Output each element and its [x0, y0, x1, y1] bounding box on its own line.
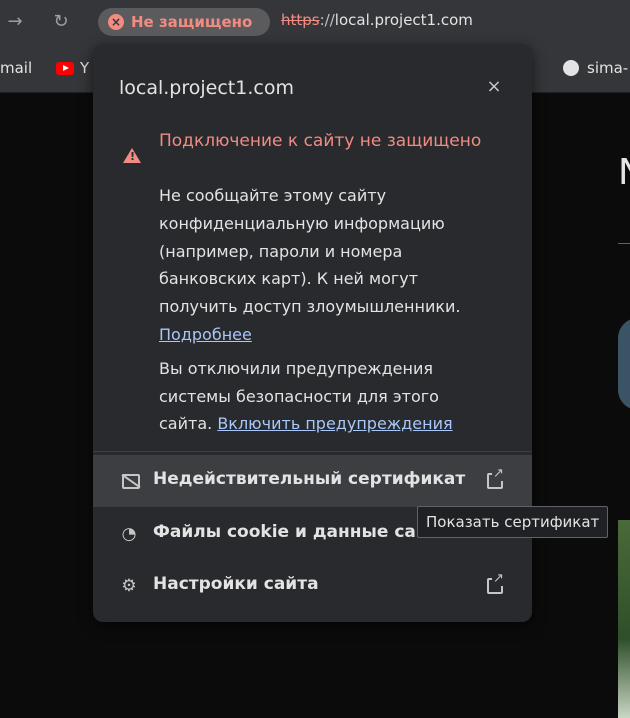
- browser-toolbar: → ↻ × Не защищено https://local.project1…: [0, 0, 630, 44]
- security-status-label: Не защищено: [131, 13, 253, 31]
- reload-icon[interactable]: ↻: [50, 11, 72, 33]
- warning-line: получить доступ злоумышленники.: [159, 297, 461, 317]
- cookie-icon: ◔: [121, 524, 137, 544]
- bookmark-youtube[interactable]: Y: [80, 59, 89, 77]
- bookmark-gmail[interactable]: mail: [0, 59, 32, 77]
- warning-line: (например, пароли и номера: [159, 241, 403, 261]
- warning-description: Не сообщайте этому сайту конфиденциальну…: [159, 182, 499, 438]
- security-status-chip[interactable]: × Не защищено: [98, 8, 270, 36]
- forward-arrow-icon[interactable]: →: [4, 11, 26, 33]
- youtube-icon[interactable]: [56, 62, 74, 75]
- page-avatar-image: [618, 318, 630, 410]
- popup-divider: [93, 451, 532, 452]
- close-icon[interactable]: ×: [484, 77, 504, 97]
- error-icon: ×: [108, 14, 124, 30]
- show-certificate-tooltip: Показать сертификат: [417, 506, 609, 538]
- warning-icon: [123, 148, 141, 163]
- warning-line: Не сообщайте этому сайту: [159, 186, 387, 205]
- url-scheme: https: [281, 11, 320, 29]
- page-photo-image: [618, 520, 630, 718]
- cookies-label: Файлы cookie и данные сайтов: [153, 522, 461, 542]
- site-settings-label: Настройки сайта: [153, 574, 319, 594]
- address-bar[interactable]: https://local.project1.com: [281, 11, 473, 29]
- invalid-certificate-label: Недействительный сертификат: [153, 469, 466, 489]
- warning-line: конфиденциальную информацию: [159, 213, 445, 233]
- learn-more-link[interactable]: Подробнее: [159, 325, 252, 344]
- certificate-off-icon: [122, 474, 140, 489]
- gear-icon: ⚙: [121, 576, 137, 596]
- disabled-line: системы безопасности для этого: [159, 386, 439, 406]
- warning-title: Подключение к сайту не защищено: [159, 131, 482, 151]
- enable-warnings-link[interactable]: Включить предупреждения: [217, 414, 452, 433]
- disabled-line: Вы отключили предупреждения: [159, 358, 433, 378]
- external-link-icon[interactable]: [487, 466, 505, 489]
- warning-line: банковских карт). К ней могут: [159, 269, 419, 289]
- invalid-certificate-row[interactable]: Недействительный сертификат: [93, 455, 532, 507]
- page-divider: [618, 243, 630, 244]
- popup-title: local.project1.com: [119, 77, 294, 99]
- github-icon[interactable]: [563, 60, 579, 76]
- url-host: local.project1.com: [334, 11, 473, 29]
- url-separator: ://: [319, 11, 335, 29]
- page-heading: N: [618, 152, 630, 193]
- bookmark-github[interactable]: sima-: [587, 59, 628, 77]
- site-settings-row[interactable]: ⚙ Настройки сайта: [93, 560, 532, 612]
- external-link-icon[interactable]: [487, 571, 505, 594]
- disabled-line: сайта.: [159, 414, 213, 434]
